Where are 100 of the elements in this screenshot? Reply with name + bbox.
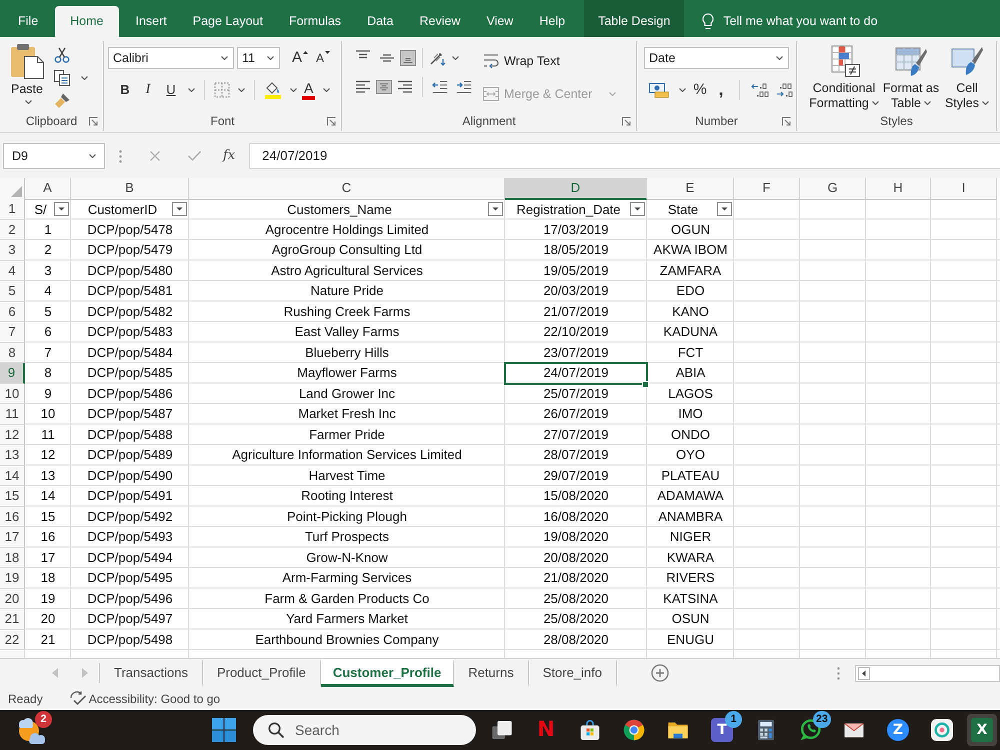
table-cell[interactable]: 16/08/2020	[505, 506, 647, 527]
table-cell[interactable]: 11	[25, 424, 71, 445]
table-cell[interactable]: 29/07/2019	[505, 466, 647, 486]
caret-icon[interactable]	[982, 101, 990, 106]
ribbon-tab[interactable]: Formulas	[276, 6, 354, 37]
percent-style-button[interactable]: %	[693, 81, 707, 99]
filter-dropdown-icon[interactable]	[172, 202, 187, 216]
table-cell[interactable]: 24/07/2019	[505, 363, 647, 384]
ribbon-tab[interactable]: View	[473, 6, 526, 37]
row-header[interactable]: 18	[0, 548, 25, 568]
table-cell[interactable]: 9	[25, 384, 71, 404]
table-cell[interactable]: DCP/pop/5480	[71, 260, 189, 281]
row-header[interactable]: 2	[0, 220, 25, 240]
ribbon-tab[interactable]: Help	[526, 6, 578, 37]
table-cell[interactable]: OYO	[647, 445, 734, 466]
corner-arrow-icon[interactable]	[782, 116, 791, 126]
banknote-icon[interactable]	[649, 82, 669, 98]
caret-icon[interactable]	[872, 101, 879, 106]
table-cell[interactable]: 1	[25, 220, 71, 240]
table-cell[interactable]: ENUGU	[647, 630, 734, 650]
sheet-tab[interactable]: Returns	[454, 659, 529, 687]
table-cell[interactable]: NIGER	[647, 527, 734, 548]
table-cell[interactable]: DCP/pop/5483	[71, 322, 189, 342]
table-cell[interactable]: DCP/pop/5485	[71, 363, 189, 384]
column-header[interactable]: F	[734, 178, 800, 200]
table-cell[interactable]: Rushing Creek Farms	[189, 302, 505, 322]
table-cell[interactable]: AgroGroup Consulting Ltd	[189, 240, 505, 260]
arrow-check-icon[interactable]	[68, 690, 87, 706]
table-cell[interactable]: LAGOS	[647, 384, 734, 404]
table-cell[interactable]: EDO	[647, 281, 734, 302]
fill-bucket-icon[interactable]	[264, 81, 282, 99]
row-header[interactable]: 7	[0, 322, 25, 342]
table-cell[interactable]: 21	[25, 630, 71, 650]
filter-dropdown-icon[interactable]	[488, 202, 503, 216]
caret-icon[interactable]	[221, 56, 228, 60]
column-header[interactable]: I	[931, 178, 997, 200]
corner-arrow-icon[interactable]	[622, 116, 631, 126]
font-name-field[interactable]: Calibri	[108, 47, 234, 69]
table-cell[interactable]: 20/03/2019	[505, 281, 647, 302]
table-cell[interactable]: ZAMFARA	[647, 260, 734, 281]
table-cell[interactable]: DCP/pop/5493	[71, 527, 189, 548]
ribbon-tab[interactable]: File	[5, 6, 52, 37]
sheet-tab[interactable]: Transactions	[100, 659, 203, 687]
row-header[interactable]: 12	[0, 424, 25, 445]
table-cell[interactable]: DCP/pop/5494	[71, 548, 189, 568]
sheet-tab[interactable]: Customer_Profile	[320, 659, 454, 687]
table-cell[interactable]: ONDO	[647, 424, 734, 445]
caret-icon[interactable]	[238, 88, 245, 92]
bold-button[interactable]: B	[116, 81, 134, 99]
table-cell[interactable]: DCP/pop/5478	[71, 220, 189, 240]
table-cell[interactable]: ANAMBRA	[647, 506, 734, 527]
align-center-icon[interactable]	[376, 80, 392, 94]
table-cell[interactable]: ADAMAWA	[647, 486, 734, 506]
table-cell[interactable]: DCP/pop/5482	[71, 302, 189, 322]
table-cell[interactable]: KWARA	[647, 548, 734, 568]
table-cell[interactable]: 19	[25, 588, 71, 609]
table-cell[interactable]: East Valley Farms	[189, 322, 505, 342]
increase-decimal-icon[interactable]	[751, 83, 769, 97]
table-cell[interactable]: Land Grower Inc	[189, 384, 505, 404]
row-header[interactable]: 20	[0, 588, 25, 609]
column-header[interactable]: D	[505, 178, 647, 200]
table-cell[interactable]: 21/07/2019	[505, 302, 647, 322]
table-cell[interactable]: 8	[25, 363, 71, 384]
caret-left-icon[interactable]	[858, 666, 870, 680]
table-cell[interactable]: 5	[25, 302, 71, 322]
table-cell[interactable]: RIVERS	[647, 568, 734, 588]
row-header[interactable]: 13	[0, 445, 25, 466]
table-cell[interactable]: 14	[25, 486, 71, 506]
ribbon-tab[interactable]: Review	[406, 6, 474, 37]
table-cell[interactable]: 25/07/2019	[505, 384, 647, 404]
plus-circle-icon[interactable]	[651, 664, 669, 682]
table-cell[interactable]: Blueberry Hills	[189, 342, 505, 363]
table-cell[interactable]: 25/08/2020	[505, 588, 647, 609]
horizontal-scrollbar[interactable]	[855, 664, 1000, 682]
row-header[interactable]: 19	[0, 568, 25, 588]
table-cell[interactable]: 22/10/2019	[505, 322, 647, 342]
table-cell[interactable]: Farm & Garden Products Co	[189, 588, 505, 609]
table-cell[interactable]: Harvest Time	[189, 466, 505, 486]
overlapping-squares-icon[interactable]	[489, 718, 515, 742]
table-cell[interactable]: Astro Agricultural Services	[189, 260, 505, 281]
app-logo[interactable]: X	[967, 714, 997, 746]
underline-button[interactable]: U	[162, 81, 180, 99]
table-cell[interactable]: Market Fresh Inc	[189, 404, 505, 424]
row-header[interactable]: 3	[0, 240, 25, 260]
table-cell[interactable]: 27/07/2019	[505, 424, 647, 445]
table-cell[interactable]: 19/05/2019	[505, 260, 647, 281]
table-cell[interactable]: OSUN	[647, 609, 734, 630]
check-icon[interactable]	[188, 151, 201, 161]
ribbon-tab[interactable]: Data	[354, 6, 406, 37]
row-header[interactable]: 1	[0, 199, 25, 220]
name-box[interactable]: D9	[3, 143, 105, 169]
table-cell[interactable]: Point-Picking Plough	[189, 506, 505, 527]
accessibility-status[interactable]: Accessibility: Good to go	[88, 690, 220, 708]
table-cell[interactable]: DCP/pop/5484	[71, 342, 189, 363]
insert-function-button[interactable]: fx	[223, 146, 236, 166]
number-format-field[interactable]: Date	[644, 47, 789, 69]
table-cell[interactable]: DCP/pop/5496	[71, 588, 189, 609]
ribbon-tab[interactable]: Insert	[122, 6, 180, 37]
grow-font-button[interactable]: A	[292, 49, 308, 67]
caret-icon[interactable]	[290, 88, 297, 92]
